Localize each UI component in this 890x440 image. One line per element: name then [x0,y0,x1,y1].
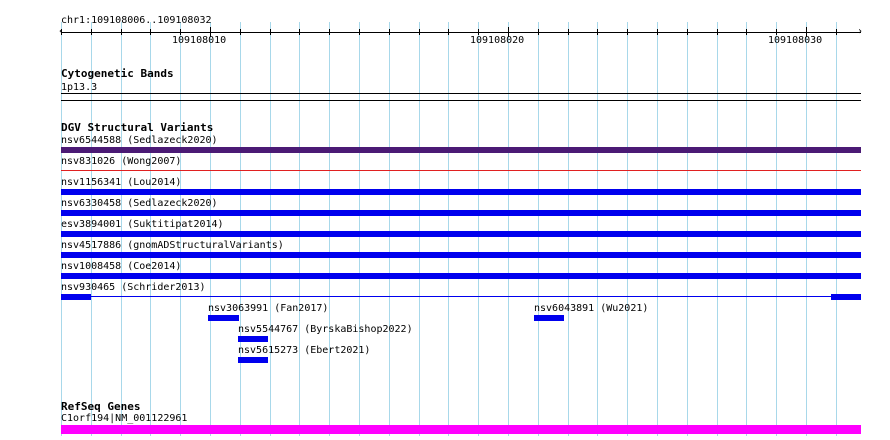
grid-line [508,22,509,436]
variant-feature[interactable] [208,315,239,321]
ruler-tick [627,29,628,35]
variant-label: nsv930465 (Schrider2013) [61,282,206,293]
variant-feature[interactable] [831,294,861,300]
variant-label: esv3894001 (Suktitipat2014) [61,219,224,230]
cytoband-line[interactable] [61,93,861,94]
ruler-tick-label: 109108020 [470,35,525,46]
variant-label: nsv4517886 (gnomADStructuralVariants) [61,240,284,251]
grid-line [448,22,449,436]
variant-feature[interactable] [61,170,861,171]
variant-label: nsv1008458 (Coe2014) [61,261,182,272]
grid-line [746,22,747,436]
variant-label: nsv5615273 (Ebert2021) [238,345,371,356]
variant-feature-intron[interactable] [91,296,831,297]
ruler-tick [299,29,300,35]
ruler-tick [687,29,688,35]
cytoband-line[interactable] [61,100,861,101]
variant-feature[interactable] [534,315,564,321]
grid-line [478,22,479,436]
ruler-tick [568,29,569,35]
grid-line [597,22,598,436]
grid-line [568,22,569,436]
ruler-tick [121,29,122,35]
grid-line [329,22,330,436]
variant-feature[interactable] [61,210,861,216]
ruler-tick [270,29,271,35]
ruler-tick-label: 109108030 [768,35,823,46]
grid-line [419,22,420,436]
variant-label: nsv6043891 (Wu2021) [534,303,649,314]
cytoband-track-title[interactable]: Cytogenetic Bands [61,68,174,80]
grid-line [806,22,807,436]
variant-feature[interactable] [61,231,861,237]
grid-line [359,22,360,436]
grid-line [836,22,837,436]
ruler-tick [329,29,330,35]
location-label: chr1:109108006..109108032 [61,15,212,26]
refseq-track-title[interactable]: RefSeq Genes [61,401,140,413]
ruler-tick [240,29,241,35]
ruler-tick [150,29,151,35]
variant-feature[interactable] [61,147,861,153]
ruler-tick [419,29,420,35]
ruler-tick [91,29,92,35]
ruler-tick [657,29,658,35]
variant-feature[interactable] [61,252,861,258]
ruler-axis [61,32,861,33]
variant-feature[interactable] [61,273,861,279]
ruler-tick-label: 109108010 [172,35,227,46]
gene-label: C1orf194|NM_001122961 [61,413,188,424]
grid-line [657,22,658,436]
variant-feature[interactable] [61,189,861,195]
ruler-tick [359,29,360,35]
grid-line [627,22,628,436]
grid-line [299,22,300,436]
grid-line [776,22,777,436]
ruler-tick [597,29,598,35]
variant-label: nsv831026 (Wong2007) [61,156,182,167]
ruler-tick [538,29,539,35]
ruler-tick [448,29,449,35]
ruler-tick [836,29,837,35]
variant-label: nsv1156341 (Lou2014) [61,177,182,188]
ruler-tick [746,29,747,35]
grid-line [270,22,271,436]
variant-label: nsv5544767 (ByrskaBishop2022) [238,324,413,335]
ruler-tick [61,29,62,35]
grid-line [389,22,390,436]
genome-browser: chr1:109108006..109108032 ‹ › 109108010 … [0,0,890,440]
grid-line [687,22,688,436]
ruler-tick [717,29,718,35]
variant-feature[interactable] [61,294,91,300]
ruler-right-arrow-icon: › [857,26,864,37]
grid-line [538,22,539,436]
variant-label: nsv3063991 (Fan2017) [208,303,329,314]
dgv-track-title[interactable]: DGV Structural Variants [61,122,213,134]
variant-feature[interactable] [238,357,268,363]
cytoband-label: 1p13.3 [61,82,98,93]
grid-line [717,22,718,436]
grid-line [240,22,241,436]
gene-feature[interactable] [61,425,861,434]
variant-feature[interactable] [238,336,268,342]
ruler-tick [389,29,390,35]
variant-label: nsv6544588 (Sedlazeck2020) [61,135,218,146]
variant-label: nsv6330458 (Sedlazeck2020) [61,198,218,209]
